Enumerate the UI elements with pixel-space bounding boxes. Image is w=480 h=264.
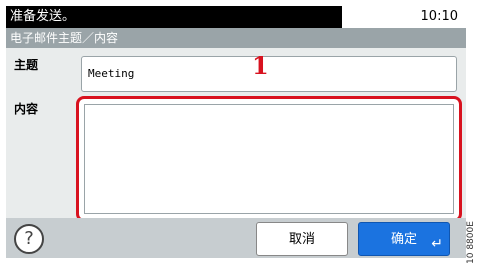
- screen-title: 电子邮件主题／内容: [6, 28, 466, 48]
- ok-button[interactable]: 确定 ↵: [358, 222, 450, 256]
- content-highlight-frame: [76, 96, 462, 222]
- ok-button-label: 确定: [390, 232, 417, 247]
- subject-value: Meeting: [88, 67, 135, 80]
- help-button[interactable]: ?: [14, 224, 44, 254]
- device-screen: 准备发送。 10:10 电子邮件主题／内容 主题 Meeting 内容 1 ? …: [0, 0, 466, 264]
- enter-icon: ↵: [431, 236, 443, 252]
- subject-input[interactable]: Meeting: [81, 56, 457, 92]
- status-message: 准备发送。: [6, 6, 342, 28]
- step-callout-number: 1: [252, 51, 269, 80]
- bottom-bar: ? 取消 确定 ↵: [6, 218, 466, 258]
- content-textarea[interactable]: [84, 104, 454, 214]
- cancel-button[interactable]: 取消: [256, 222, 348, 256]
- form-panel: 主题 Meeting 内容: [6, 48, 466, 222]
- figure-code: 10 8800E: [466, 221, 476, 264]
- status-bar: 准备发送。 10:10: [6, 6, 466, 28]
- subject-label: 主题: [14, 58, 39, 72]
- status-time: 10:10: [342, 6, 466, 28]
- content-label: 内容: [14, 102, 39, 116]
